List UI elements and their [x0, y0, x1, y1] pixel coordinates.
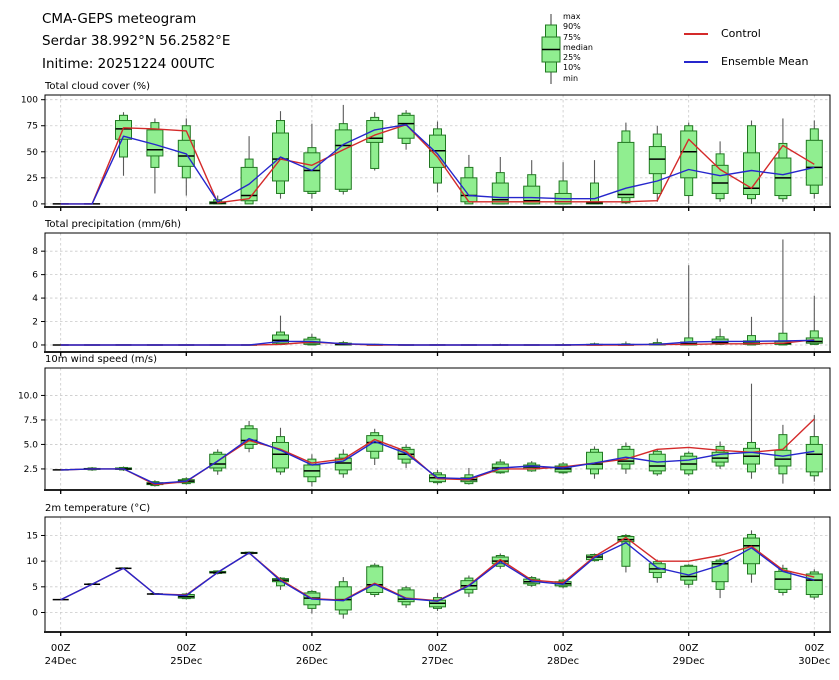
y-axis: 0 25 50 75 100: [21, 96, 45, 210]
box-25-75: [334, 129, 352, 190]
x-axis-labels: 00Z 24Dec 00Z 25Dec 00Z 26Dec 00Z 27Dec 00Z 28Dec…: [45, 643, 831, 667]
legend-entry-ensemble-mean: Ensemble Mean: [684, 55, 808, 68]
panel-title-temp: 2m temperature (°C): [45, 503, 151, 514]
box-25-75: [774, 570, 792, 590]
y-tick-label: 0: [32, 608, 38, 618]
y-axis: 2.5 5.0 7.5 10.0: [18, 391, 45, 475]
x-label-date: 28Dec: [547, 656, 579, 667]
panel-cloud: 0 25 50 75 100: [21, 94, 831, 211]
page-title: CMA-GEPS meteogram: [42, 11, 197, 27]
gridlines: [45, 233, 830, 352]
y-tick-label: 5: [32, 583, 38, 593]
y-tick-label: 0: [32, 200, 38, 210]
meteogram-figure: 0 25 50 75 100 0 2 4 6 8 2.5 5.0 7.5 10.0 0 5 10 15 00Z 24D…: [0, 0, 839, 680]
ensemble-mean-swatch: [684, 60, 708, 63]
y-tick-label: 100: [21, 96, 38, 106]
x-label-time: 00Z: [428, 643, 448, 654]
location-coordinates: Serdar 38.992°N 56.2582°E: [42, 33, 231, 50]
x-label-time: 00Z: [51, 643, 71, 654]
x-label-date: 30Dec: [798, 656, 830, 667]
key-label-10: 10%: [563, 63, 581, 73]
x-label-time: 00Z: [553, 643, 573, 654]
y-tick-label: 2: [32, 318, 38, 328]
box-25-75: [774, 449, 792, 467]
box-25-75: [303, 152, 321, 192]
panel-wind: 2.5 5.0 7.5 10.0: [18, 367, 831, 494]
y-tick-label: 50: [27, 148, 39, 158]
key-label-median: median: [563, 42, 593, 52]
control-swatch: [684, 32, 708, 35]
control-label: Control: [721, 27, 761, 40]
x-label-time: 00Z: [679, 643, 699, 654]
box-10-90: [590, 182, 599, 205]
key-label-25: 25%: [563, 53, 581, 63]
x-label-date: 26Dec: [296, 656, 328, 667]
x-label-time: 00Z: [805, 643, 825, 654]
init-time: Initime: 20251224 00UTC: [42, 55, 215, 72]
y-tick-label: 6: [32, 271, 38, 281]
panel-precip: 0 2 4 6 8: [32, 232, 831, 356]
box-25-75: [648, 146, 666, 175]
y-tick-label: 0: [32, 341, 38, 351]
y-tick-label: 10: [27, 557, 39, 567]
x-label-date: 27Dec: [421, 656, 453, 667]
box-25-75: [272, 441, 289, 469]
y-tick-label: 15: [27, 531, 38, 541]
y-tick-label: 75: [27, 122, 38, 132]
y-tick-label: 2.5: [24, 465, 38, 475]
panel-title-cloud: Total cloud cover (%): [45, 81, 151, 92]
y-axis: 0 2 4 6 8: [32, 247, 45, 351]
meteogram-chart: 0 25 50 75 100 0 2 4 6 8 2.5 5.0 7.5 10.0 0 5 10 15 00Z 24D…: [18, 94, 831, 667]
box-25-75: [805, 139, 823, 186]
box-25-75: [366, 120, 384, 143]
key-label-min: min: [563, 73, 579, 83]
y-tick-label: 4: [32, 294, 38, 304]
boxplot-key-labels: max 90% 75% median 25% 10% min: [563, 12, 593, 84]
y-tick-label: 8: [32, 247, 38, 257]
key-label-90: 90%: [563, 22, 581, 32]
box-25-75: [680, 455, 698, 471]
y-axis: 0 5 10 15: [27, 531, 45, 618]
figure-header: CMA-GEPS meteogram Serdar 38.992°N 56.25…: [42, 8, 230, 75]
x-label-time: 00Z: [302, 643, 322, 654]
panel-title-wind: 10m wind speed (m/s): [45, 354, 157, 365]
y-tick-label: 5.0: [24, 440, 39, 450]
box-25-75: [774, 157, 792, 197]
panel-title-precip: Total precipitation (mm/6h): [45, 219, 182, 230]
ensemble-mean-label: Ensemble Mean: [721, 55, 809, 68]
key-label-max: max: [563, 12, 581, 21]
key-label-75: 75%: [563, 32, 581, 42]
y-tick-label: 10.0: [18, 391, 38, 401]
x-label-date: 25Dec: [170, 656, 202, 667]
box-25-75: [460, 177, 478, 203]
box-25-75: [805, 443, 823, 473]
x-label-time: 00Z: [177, 643, 197, 654]
panel-temp: 0 5 10 15: [27, 516, 831, 636]
y-tick-label: 7.5: [24, 416, 38, 426]
x-label-date: 29Dec: [673, 656, 705, 667]
box-25-75: [491, 182, 509, 205]
legend-entry-control: Control: [684, 27, 761, 40]
x-label-date: 24Dec: [45, 656, 77, 667]
box-25-75: [366, 566, 384, 593]
y-tick-label: 25: [27, 174, 38, 184]
box-25-75: [586, 451, 603, 470]
